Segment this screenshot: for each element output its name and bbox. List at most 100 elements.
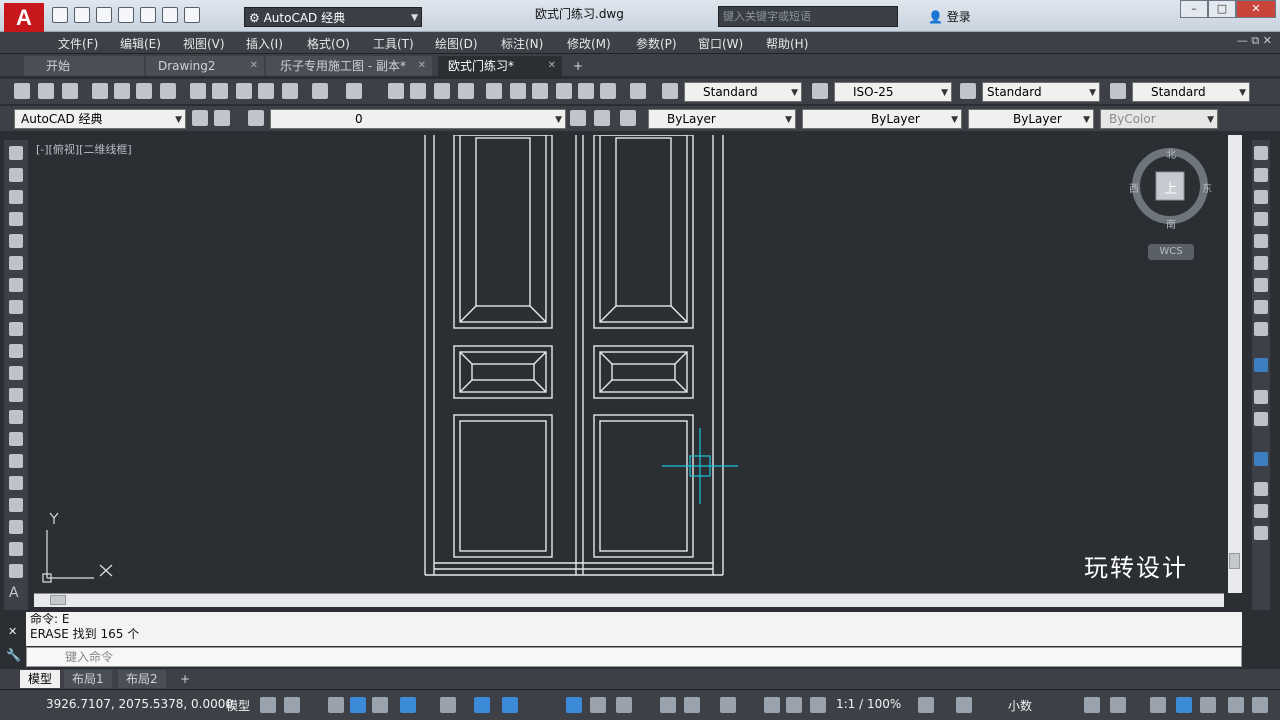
isodraft-icon[interactable] <box>400 697 416 713</box>
tab-model[interactable]: 模型 <box>20 670 61 688</box>
layer-select[interactable]: 0 ▼ <box>270 109 566 129</box>
multiline-text-icon[interactable]: A <box>9 586 23 600</box>
menu-file[interactable]: 文件(F) <box>58 35 98 52</box>
save-icon[interactable] <box>96 7 112 23</box>
ellipse-icon[interactable] <box>9 344 23 358</box>
gizmo-icon[interactable] <box>720 697 736 713</box>
save-icon[interactable] <box>62 83 78 99</box>
new-tab-button[interactable]: + <box>568 57 588 75</box>
erase-icon[interactable] <box>1254 146 1268 160</box>
grid-icon[interactable] <box>260 697 276 713</box>
close-icon[interactable]: ✕ <box>548 56 556 76</box>
markup-icon[interactable] <box>578 83 594 99</box>
plot-icon[interactable] <box>92 83 108 99</box>
polygon-icon[interactable] <box>9 212 23 226</box>
zoom-window-icon[interactable] <box>434 83 450 99</box>
help-icon[interactable] <box>630 83 646 99</box>
viewcube-south[interactable]: 南 <box>1166 216 1176 231</box>
make-block-icon[interactable] <box>9 410 23 424</box>
undo-icon[interactable] <box>162 7 178 23</box>
units-select[interactable]: 小数 <box>1008 697 1032 714</box>
hardware-acceleration-icon[interactable] <box>1176 697 1192 713</box>
open-icon[interactable] <box>38 83 54 99</box>
scroll-thumb[interactable] <box>50 595 66 605</box>
close-button[interactable]: ✕ <box>1236 0 1276 18</box>
clean-screen-icon[interactable] <box>1200 697 1216 713</box>
viewport-controls-label[interactable]: [-][俯视][二维线框] <box>36 141 132 157</box>
wrench-icon[interactable]: 🔧 <box>6 648 21 662</box>
dim-style-select[interactable]: ISO-25 ▼ <box>834 82 952 102</box>
gradient-icon[interactable] <box>9 476 23 490</box>
zoom-realtime-icon[interactable] <box>410 83 426 99</box>
menu-edit[interactable]: 编辑(E) <box>120 35 161 52</box>
tab-european-door[interactable]: 欧式门练习* ✕ <box>438 56 562 76</box>
line-icon[interactable] <box>9 146 23 160</box>
linetype-select[interactable]: ByLayer ▼ <box>802 109 962 129</box>
save-as-icon[interactable] <box>118 7 134 23</box>
color-select[interactable]: ByLayer ▼ <box>648 109 796 129</box>
table-grid-icon[interactable] <box>9 564 23 578</box>
match-properties-icon[interactable] <box>282 83 298 99</box>
dynamic-ucs-icon[interactable] <box>660 697 676 713</box>
mirror-icon[interactable] <box>1254 190 1268 204</box>
plot-preview-icon[interactable] <box>114 83 130 99</box>
object-snap-icon[interactable] <box>474 697 490 713</box>
table-icon[interactable] <box>9 520 23 534</box>
auto-scale-icon[interactable] <box>786 697 802 713</box>
insert-block-icon[interactable] <box>9 388 23 402</box>
isolate-objects-icon[interactable] <box>1150 697 1166 713</box>
dynamic-input-icon[interactable] <box>328 697 344 713</box>
open-file-icon[interactable] <box>74 7 90 23</box>
command-input[interactable]: 键入命令 <box>26 647 1242 667</box>
quickcalc-icon[interactable] <box>600 83 616 99</box>
viewcube-north[interactable]: 北 <box>1166 146 1176 161</box>
selection-filter-icon[interactable] <box>684 697 700 713</box>
close-command-icon[interactable]: ✕ <box>8 625 17 638</box>
pan-icon[interactable] <box>388 83 404 99</box>
tab-layout2[interactable]: 布局2 <box>118 670 166 688</box>
print-icon[interactable] <box>140 7 156 23</box>
chamfer-icon[interactable] <box>1254 482 1268 496</box>
menu-tools[interactable]: 工具(T) <box>373 35 414 52</box>
horizontal-scrollbar[interactable] <box>34 593 1224 607</box>
text-style-select[interactable]: Standard ▼ <box>684 82 802 102</box>
paste-special-icon[interactable] <box>258 83 274 99</box>
menu-view[interactable]: 视图(V) <box>183 35 225 52</box>
drawing-canvas[interactable] <box>34 134 1242 593</box>
vertical-scrollbar[interactable] <box>1228 135 1242 593</box>
explode-icon[interactable] <box>1254 526 1268 540</box>
object-snap-tracking-icon[interactable] <box>440 697 456 713</box>
table-style-select[interactable]: Standard ▼ <box>982 82 1100 102</box>
selection-cycling-icon[interactable] <box>590 697 606 713</box>
annotation-scale-icon[interactable] <box>810 697 826 713</box>
plus-icon[interactable] <box>956 697 972 713</box>
hatch-icon[interactable] <box>9 454 23 468</box>
move-icon[interactable] <box>1254 256 1268 270</box>
autocad-logo-button[interactable]: A <box>4 3 44 33</box>
stretch-icon[interactable] <box>1254 322 1268 336</box>
break-icon[interactable] <box>1254 412 1268 426</box>
menu-parametric[interactable]: 参数(P) <box>636 35 677 52</box>
scroll-thumb[interactable] <box>1229 553 1240 569</box>
viewcube[interactable]: 北 南 东 西 上 <box>1129 146 1212 231</box>
tab-start[interactable]: 开始 <box>24 56 144 76</box>
undo-icon[interactable] <box>312 83 328 99</box>
close-icon[interactable]: ✕ <box>418 56 426 76</box>
transparency-icon[interactable] <box>566 697 582 713</box>
close-icon[interactable]: ✕ <box>250 56 258 76</box>
coordinates-readout[interactable]: 3926.7107, 2075.5378, 0.0000 <box>46 697 233 711</box>
spline-icon[interactable] <box>9 322 23 336</box>
fullscreen-icon[interactable] <box>1252 697 1268 713</box>
region-icon[interactable] <box>9 498 23 512</box>
annotation-visibility-icon[interactable] <box>764 697 780 713</box>
polyline-icon[interactable] <box>9 190 23 204</box>
viewcube-west[interactable]: 西 <box>1129 180 1139 195</box>
arc-icon[interactable] <box>9 256 23 270</box>
copy-icon[interactable] <box>212 83 228 99</box>
menu-format[interactable]: 格式(O) <box>307 35 350 52</box>
lineweight-icon[interactable] <box>502 697 518 713</box>
array-icon[interactable] <box>1254 234 1268 248</box>
publish-icon[interactable] <box>136 83 152 99</box>
3d-osnap-icon[interactable] <box>616 697 632 713</box>
layer-state-icon[interactable] <box>620 110 636 126</box>
